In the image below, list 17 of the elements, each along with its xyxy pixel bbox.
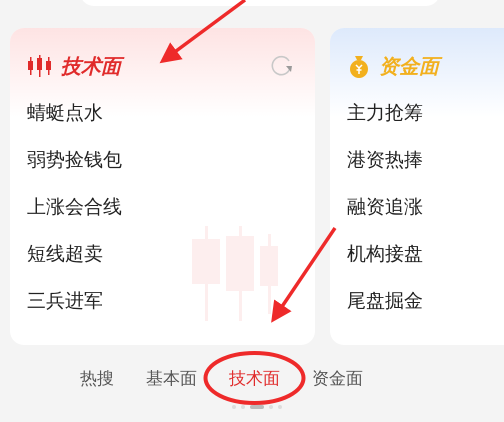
- strategy-item[interactable]: 短线超卖: [27, 241, 315, 268]
- category-tab[interactable]: 技术面: [213, 365, 296, 394]
- category-tab[interactable]: 基本面: [130, 365, 213, 394]
- strategy-item[interactable]: 弱势捡钱包: [27, 147, 315, 174]
- strategy-item[interactable]: 蜻蜓点水: [27, 100, 315, 127]
- candlestick-icon: [27, 55, 53, 77]
- strategy-item[interactable]: 上涨会合线: [27, 194, 315, 221]
- strategy-item[interactable]: 主力抢筹: [347, 100, 504, 127]
- strategy-item[interactable]: 三兵进军: [27, 288, 315, 315]
- strategy-item[interactable]: 港资热捧: [347, 147, 504, 174]
- refresh-icon[interactable]: [270, 53, 294, 77]
- money-bag-icon: [347, 54, 371, 78]
- strategy-item[interactable]: 融资追涨: [347, 194, 504, 221]
- strategy-item[interactable]: 尾盘掘金: [347, 288, 504, 315]
- category-tab[interactable]: 热搜: [64, 365, 130, 394]
- strategy-item[interactable]: 机构接盘: [347, 241, 504, 268]
- category-tab[interactable]: 资金面: [296, 365, 379, 394]
